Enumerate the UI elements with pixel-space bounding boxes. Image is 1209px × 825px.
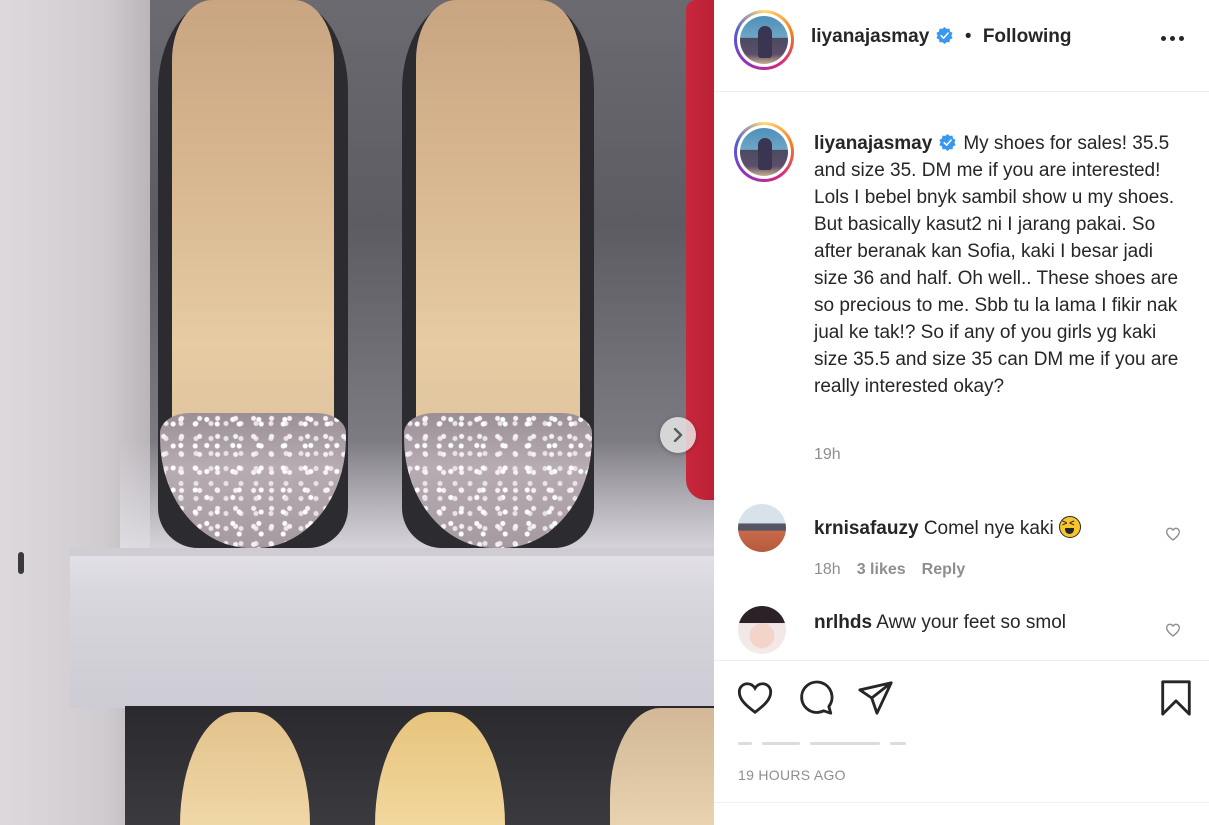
shelf-screw: [18, 552, 24, 574]
lower-shoe-2: [375, 712, 505, 825]
chevron-right-icon: [673, 428, 683, 442]
post-side-panel: liyanajasmay • Following liyanajasmay My…: [714, 0, 1209, 825]
comment-meta: 18h 3 likes Reply: [814, 561, 981, 579]
comment-body: krnisafauzy Comel nye kaki: [814, 516, 1081, 540]
lower-shoe-3: [610, 708, 714, 825]
following-button[interactable]: Following: [983, 26, 1072, 47]
comment-username[interactable]: nrlhds: [814, 612, 872, 633]
comment-text: Comel nye kaki: [923, 518, 1054, 539]
laughing-squint-emoji-icon: [1059, 516, 1081, 538]
add-comment-area[interactable]: [714, 802, 1209, 825]
comment-username[interactable]: krnisafauzy: [814, 518, 919, 539]
post-header: liyanajasmay • Following: [714, 0, 1209, 92]
post-media-image[interactable]: [0, 0, 714, 825]
comments-section[interactable]: liyanajasmay My shoes for sales! 35.5 an…: [714, 92, 1209, 660]
caption-avatar[interactable]: [734, 122, 794, 182]
post-caption: liyanajasmay My shoes for sales! 35.5 an…: [814, 130, 1184, 400]
comment-body: nrlhds Aww your feet so smol: [814, 612, 1066, 634]
verified-badge-icon: [936, 26, 953, 45]
header-separator: •: [964, 26, 972, 47]
closet-shelf: [70, 548, 714, 708]
bookmark-icon[interactable]: [1157, 679, 1195, 717]
post-time-ago: 19 HOURS AGO: [738, 767, 846, 783]
post-actions-bar: 19 HOURS AGO: [714, 660, 1209, 802]
shelf-edge: [70, 548, 714, 556]
reply-button[interactable]: Reply: [922, 561, 966, 578]
heart-icon[interactable]: [736, 679, 774, 717]
comment-text: Aww your feet so smol: [876, 612, 1067, 633]
comment-item: krnisafauzy Comel nye kaki 18h 3 likes Rep…: [714, 502, 1209, 592]
caption-text: My shoes for sales! 35.5 and size 35. DM…: [814, 133, 1179, 397]
more-options-icon[interactable]: [1161, 30, 1187, 46]
small-heart-icon[interactable]: [1165, 622, 1181, 638]
small-heart-icon[interactable]: [1165, 526, 1181, 542]
comment-time: 18h: [814, 561, 841, 578]
header-user-line: liyanajasmay • Following: [811, 26, 1071, 48]
caption-username[interactable]: liyanajasmay: [814, 133, 932, 154]
caption-timestamp: 19h: [814, 446, 841, 463]
header-username[interactable]: liyanajasmay: [811, 26, 929, 47]
verified-badge-icon: [939, 133, 956, 152]
author-avatar[interactable]: [734, 10, 794, 70]
comment-likes[interactable]: 3 likes: [857, 561, 906, 578]
comment-item: nrlhds Aww your feet so smol: [714, 604, 1209, 660]
next-image-button[interactable]: [660, 417, 696, 453]
commenter-avatar[interactable]: [738, 606, 786, 654]
paper-plane-icon[interactable]: [857, 679, 895, 717]
commenter-avatar[interactable]: [738, 504, 786, 552]
shoe-right: [402, 0, 594, 548]
comment-bubble-icon[interactable]: [797, 679, 835, 717]
liked-by-line: [738, 735, 1158, 747]
lower-shoe-1: [180, 712, 310, 825]
shoe-left: [158, 0, 348, 548]
